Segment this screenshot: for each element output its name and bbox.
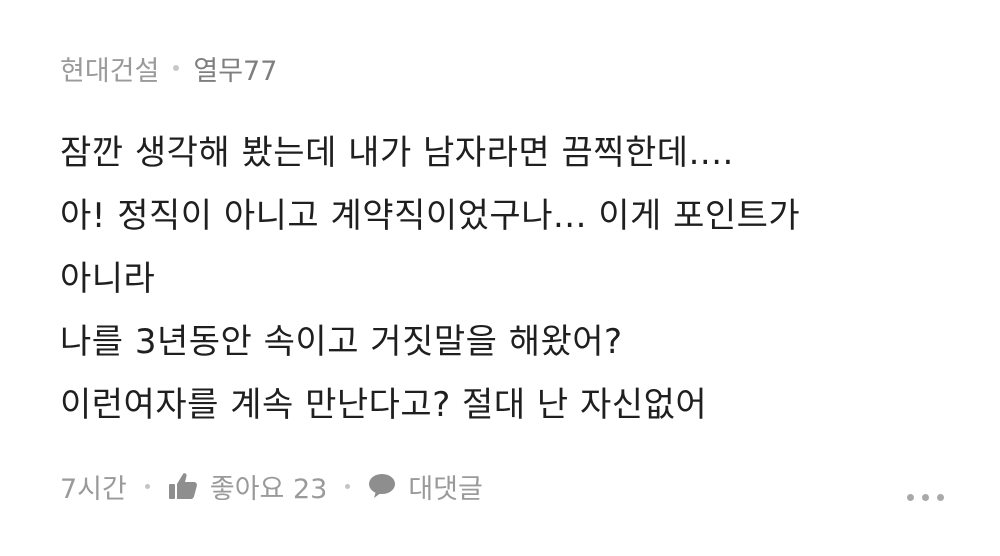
like-label: 좋아요 23 [209, 473, 328, 505]
comment-line: 아니라 [60, 259, 156, 299]
more-options-button[interactable] [907, 494, 944, 501]
like-button[interactable]: 좋아요 23 [168, 467, 327, 506]
footer-separator-dot [345, 483, 351, 489]
reply-button[interactable]: 대댓글 [368, 467, 483, 506]
meta-separator-dot [173, 65, 180, 71]
comment-line: 이런여자를 계속 만난다고? 절대 난 자신없어 [60, 385, 708, 425]
comment-line: 나를 3년동안 속이고 거짓말을 해왔어? [60, 322, 623, 362]
more-dots-icon [922, 494, 929, 501]
comment-card: 현대건설 열무77 잠깐 생각해 봤는데 내가 남자라면 끔찍한데.... 아!… [60, 48, 960, 437]
more-dots-icon [937, 494, 944, 501]
comment-meta: 현대건설 열무77 [60, 48, 960, 88]
company-name[interactable]: 현대건설 [60, 49, 159, 88]
speech-bubble-icon [369, 474, 396, 498]
comment-line: 잠깐 생각해 봤는데 내가 남자라면 끔찍한데.... [60, 133, 734, 173]
footer-separator-dot [144, 483, 150, 489]
comment-body: 잠깐 생각해 봤는데 내가 남자라면 끔찍한데.... 아! 정직이 아니고 계… [60, 122, 960, 437]
timestamp: 7시간 [60, 473, 127, 505]
comment-line: 아! 정직이 아니고 계약직이었구나... 이게 포인트가 [60, 196, 801, 236]
comment-footer: 7시간 좋아요 23 대댓글 [60, 464, 960, 508]
author-name[interactable]: 열무77 [193, 49, 277, 88]
reply-label: 대댓글 [408, 473, 483, 505]
more-dots-icon [907, 494, 914, 501]
thumbs-up-icon [168, 473, 197, 499]
